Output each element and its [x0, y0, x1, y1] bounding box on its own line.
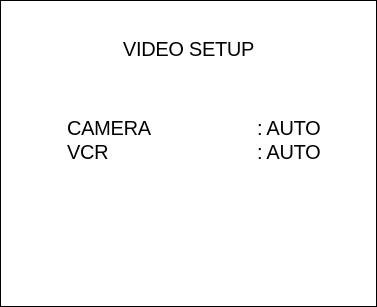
vcr-label: VCR — [67, 142, 109, 164]
camera-setting-row[interactable]: CAMERA : AUTO — [67, 118, 347, 142]
vcr-value[interactable]: : AUTO — [257, 142, 321, 165]
vcr-setting-row[interactable]: VCR : AUTO — [67, 142, 347, 166]
camera-value[interactable]: : AUTO — [257, 118, 321, 141]
menu-title: VIDEO SETUP — [122, 39, 255, 61]
video-setup-screen: VIDEO SETUP CAMERA : AUTO VCR : AUTO — [0, 0, 377, 307]
camera-label: CAMERA — [67, 118, 151, 140]
